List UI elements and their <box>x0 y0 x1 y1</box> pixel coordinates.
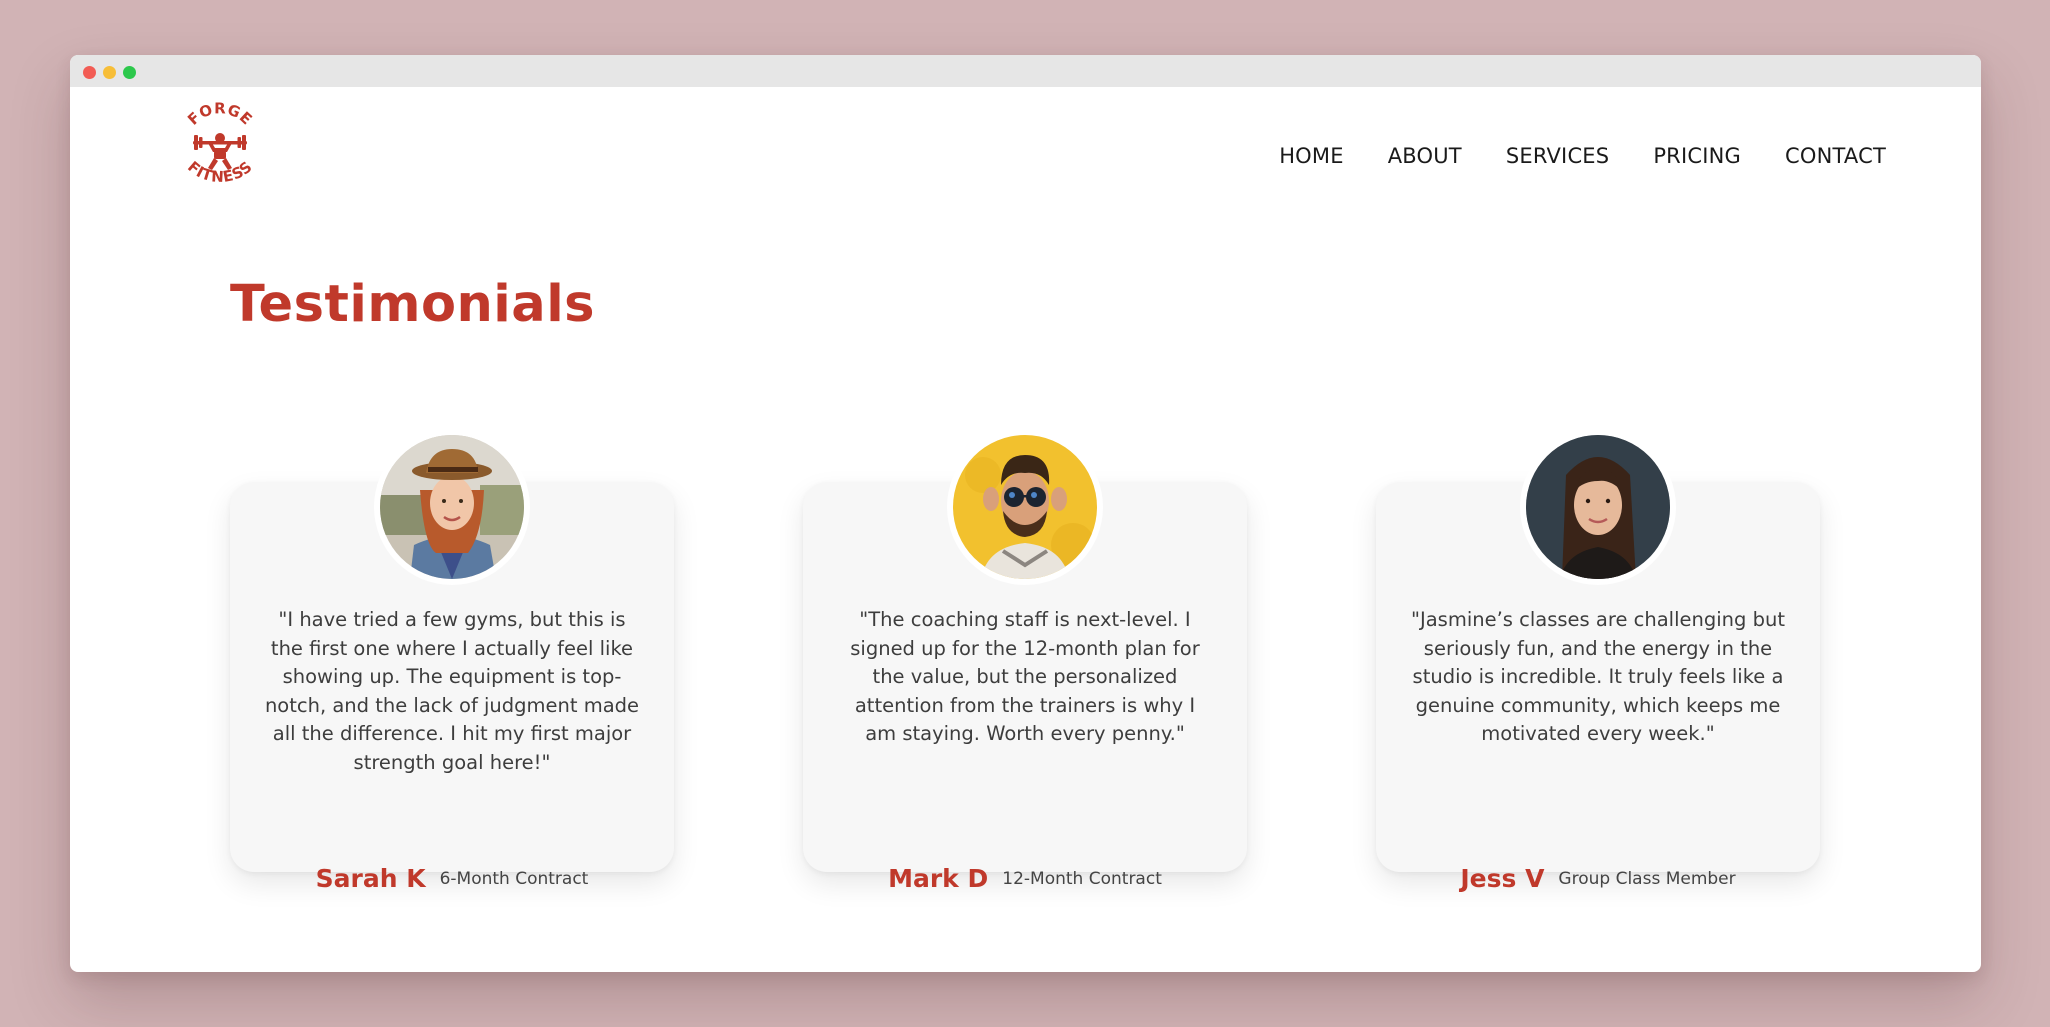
author-name: Mark D <box>888 864 989 893</box>
testimonial-card: "I have tried a few gyms, but this is th… <box>230 429 674 893</box>
avatar-jess <box>1526 435 1670 579</box>
close-window-button[interactable] <box>83 66 96 79</box>
avatar-sarah <box>380 435 524 579</box>
testimonial-quote: "The coaching staff is next-level. I sig… <box>850 608 1200 745</box>
testimonial-card: "Jasmine’s classes are challenging but s… <box>1376 429 1820 893</box>
testimonial-author: Mark D 12-Month Contract <box>803 864 1247 893</box>
testimonial-author: Sarah K 6-Month Contract <box>230 864 674 893</box>
minimize-window-button[interactable] <box>103 66 116 79</box>
author-name: Sarah K <box>315 864 426 893</box>
author-name: Jess V <box>1460 864 1545 893</box>
nav-contact[interactable]: CONTACT <box>1785 144 1886 168</box>
avatar-frame <box>947 429 1103 585</box>
nav-services[interactable]: SERVICES <box>1506 144 1609 168</box>
testimonial-quote: "I have tried a few gyms, but this is th… <box>264 608 640 774</box>
testimonial-author: Jess V Group Class Member <box>1376 864 1820 893</box>
author-plan: 12-Month Contract <box>1002 868 1162 889</box>
nav-home[interactable]: HOME <box>1279 144 1344 168</box>
window-titlebar <box>70 55 1981 87</box>
nav-about[interactable]: ABOUT <box>1388 144 1462 168</box>
avatar-frame <box>1520 429 1676 585</box>
main-nav: HOME ABOUT SERVICES PRICING CONTACT <box>1279 144 1886 168</box>
testimonial-quote: "Jasmine’s classes are challenging but s… <box>1411 608 1785 745</box>
nav-pricing[interactable]: PRICING <box>1653 144 1741 168</box>
avatar-frame <box>374 429 530 585</box>
forge-fitness-logo[interactable]: FORGE FITNESS <box>175 102 265 192</box>
svg-text:FITNESS: FITNESS <box>184 158 256 187</box>
section-title: Testimonials <box>230 275 596 334</box>
browser-window: FORGE FITNESS HOME ABOUT SERVICES PRICIN… <box>70 55 1981 972</box>
author-plan: 6-Month Contract <box>439 868 589 889</box>
avatar-mark <box>953 435 1097 579</box>
maximize-window-button[interactable] <box>123 66 136 79</box>
author-plan: Group Class Member <box>1558 868 1736 889</box>
testimonial-card: "The coaching staff is next-level. I sig… <box>803 429 1247 893</box>
svg-text:FORGE: FORGE <box>184 102 256 129</box>
